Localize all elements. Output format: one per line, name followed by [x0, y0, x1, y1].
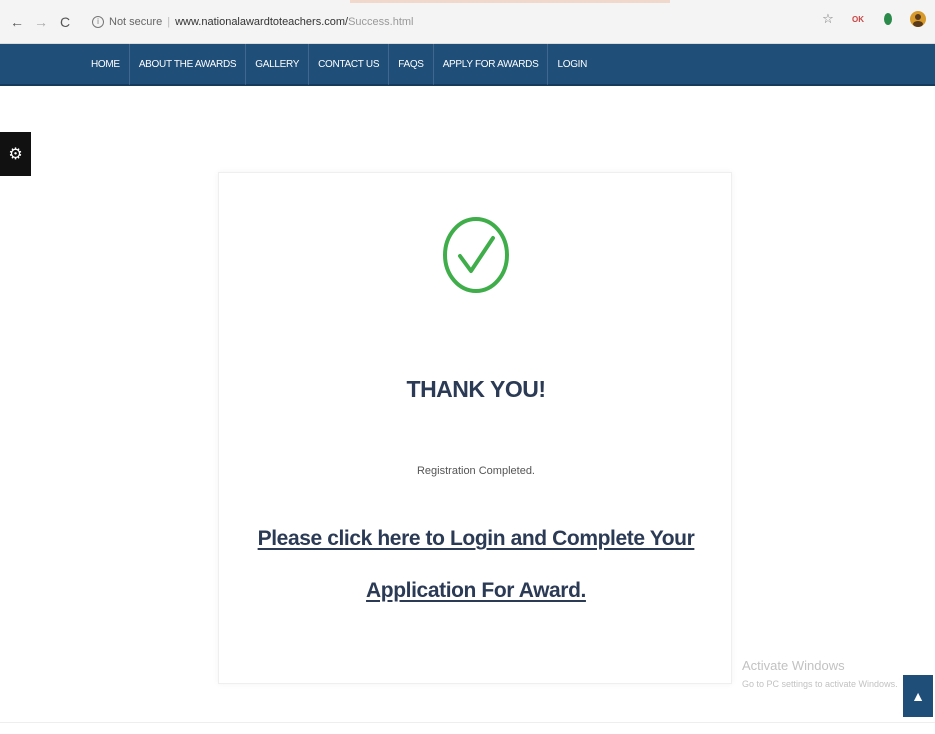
nav-item-faqs[interactable]: FAQS — [389, 43, 434, 85]
info-icon[interactable]: i — [92, 15, 104, 28]
profile-avatar-icon[interactable] — [909, 10, 927, 28]
main-navigation: HOME ABOUT THE AWARDS GALLERY CONTACT US… — [0, 43, 935, 86]
check-circle-icon — [442, 216, 510, 294]
watermark-title: Activate Windows — [742, 658, 845, 673]
back-button[interactable]: ← — [8, 13, 26, 31]
browser-extensions: ☆ OK — [807, 10, 927, 28]
nav-item-gallery[interactable]: GALLERY — [246, 43, 310, 85]
extension-leaf-icon[interactable] — [879, 10, 897, 28]
registration-status: Registration Completed. — [416, 465, 535, 477]
nav-item-home[interactable]: HOME — [82, 43, 130, 85]
browser-toolbar: ← → C i Not secure | www.nationalawardto… — [0, 0, 935, 44]
address-separator: | — [167, 15, 171, 28]
url-path: Success.html — [348, 15, 414, 28]
tab-accent-line — [350, 0, 670, 3]
nav-item-login[interactable]: LOGIN — [548, 43, 596, 85]
watermark-subtitle: Go to PC settings to activate Windows. — [742, 679, 898, 689]
reload-button[interactable]: C — [56, 13, 74, 31]
forward-arrow-icon: → — [34, 13, 48, 30]
login-link-block: Please click here to Login and Complete … — [219, 513, 733, 617]
reload-icon: C — [59, 13, 71, 30]
login-link-line1[interactable]: Please click here to Login and Complete … — [258, 527, 695, 550]
forward-button[interactable]: → — [32, 13, 50, 31]
nav-item-about-the-awards[interactable]: ABOUT THE AWARDS — [130, 43, 247, 85]
success-card: THANK YOU! Registration Completed. Pleas… — [218, 172, 732, 684]
back-arrow-icon: ← — [10, 13, 24, 30]
footer-divider — [0, 722, 935, 723]
nav-item-apply-for-awards[interactable]: APPLY FOR AWARDS — [434, 43, 549, 85]
extension-ok-icon[interactable]: OK — [849, 10, 867, 28]
bookmark-star-icon[interactable]: ☆ — [819, 10, 837, 28]
back-to-top-button[interactable]: ▲ — [903, 675, 933, 717]
gear-icon: ⚙ — [8, 146, 23, 163]
chevron-up-icon: ▲ — [911, 688, 925, 704]
thank-you-heading: THANK YOU! — [406, 376, 546, 402]
address-bar[interactable]: i Not secure | www.nationalawardtoteache… — [88, 8, 778, 35]
url-host: www.nationalawardtoteachers.com/ — [175, 15, 349, 28]
settings-toggle[interactable]: ⚙ — [0, 132, 31, 176]
activate-windows-watermark: Activate Windows Go to PC settings to ac… — [742, 658, 898, 689]
security-label: Not secure — [109, 15, 163, 28]
login-link-line2[interactable]: Application For Award. — [366, 579, 586, 602]
nav-item-contact-us[interactable]: CONTACT US — [309, 43, 390, 85]
